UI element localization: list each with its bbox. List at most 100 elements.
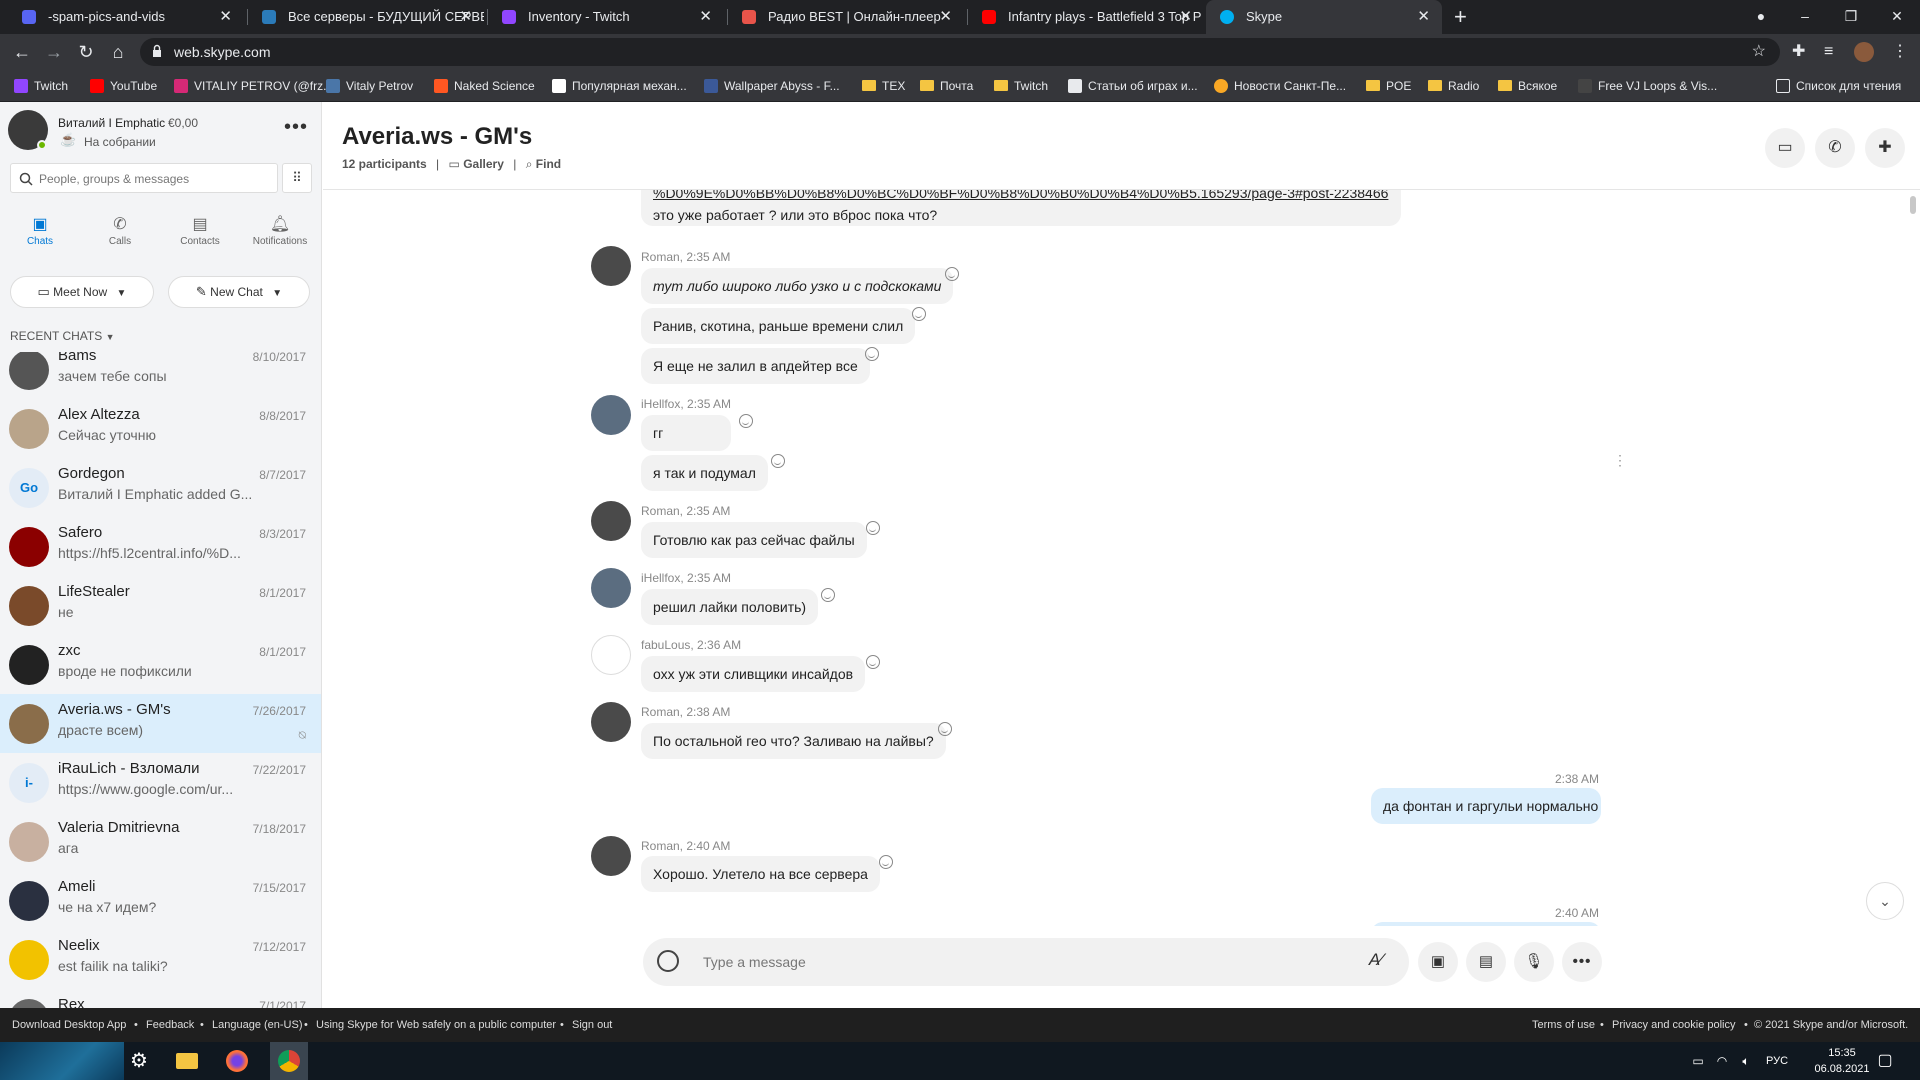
browser-tab[interactable]: Все серверы - БУДУЩИЙ СЕРВЕ ✕ [248, 0, 484, 34]
reload-icon[interactable]: ↻ [74, 34, 98, 70]
start-button[interactable] [0, 1042, 124, 1080]
public-computer-link[interactable]: Using Skype for Web safely on a public c… [316, 1008, 556, 1042]
terms-link[interactable]: Terms of use [1532, 1008, 1595, 1042]
bookmark-item[interactable]: YouTube [90, 70, 157, 102]
bookmark-folder[interactable]: Почта [920, 70, 973, 102]
privacy-link[interactable]: Privacy and cookie policy [1612, 1008, 1736, 1042]
close-tab-icon[interactable]: ✕ [1417, 0, 1430, 34]
bookmark-item[interactable]: VITALIY PETROV (@frz... [174, 70, 333, 102]
close-tab-icon[interactable]: ✕ [1179, 0, 1192, 34]
participants-link[interactable]: 12 participants [342, 157, 427, 171]
reading-list[interactable]: Список для чтения [1776, 70, 1901, 102]
new-chat-button[interactable]: ✎ New Chat ▼ [168, 276, 310, 308]
message-options-icon[interactable]: ⋮ [1613, 452, 1627, 469]
bookmark-folder[interactable]: POE [1366, 70, 1411, 102]
microphone-button[interactable]: 🎙︎ [1514, 942, 1554, 982]
avatar[interactable] [591, 395, 631, 435]
browser-tab[interactable]: -spam-pics-and-vids ✕ [8, 0, 244, 34]
gallery-link[interactable]: Gallery [463, 157, 504, 171]
close-window-button[interactable]: ✕ [1874, 0, 1920, 32]
chat-list-item[interactable]: Rex 7/1/2017 [0, 989, 321, 1008]
firefox-icon[interactable] [222, 1042, 252, 1080]
wifi-icon[interactable]: ◠ [1712, 1042, 1732, 1080]
message-bubble[interactable]: Я еще не залил в апдейтер все [641, 348, 870, 384]
format-text-icon[interactable]: A⁄ [1369, 950, 1383, 970]
bookmark-folder[interactable]: TEX [862, 70, 905, 102]
minimize-button[interactable]: – [1782, 0, 1828, 32]
reading-list-icon[interactable]: ≡ [1824, 34, 1833, 70]
chat-list-item[interactable]: Safero https://hf5.l2central.info/%D... … [0, 517, 321, 576]
browser-tab[interactable]: Infantry plays - Battlefield 3 Top P ✕ [968, 0, 1204, 34]
bookmark-item[interactable]: Wallpaper Abyss - F... [704, 70, 840, 102]
forward-icon[interactable]: → [42, 34, 66, 70]
avatar[interactable] [591, 246, 631, 286]
sign-out-link[interactable]: Sign out [572, 1008, 612, 1042]
message-bubble[interactable]: гг [641, 415, 731, 451]
extensions-icon[interactable]: ✚ [1792, 34, 1805, 70]
download-app-link[interactable]: Download Desktop App [12, 1008, 126, 1042]
avatar[interactable] [591, 501, 631, 541]
search-field[interactable]: People, groups & messages [10, 163, 278, 193]
chat-list-item[interactable]: Bams зачем тебе сопы 8/10/2017 [0, 352, 321, 399]
file-explorer-icon[interactable] [172, 1042, 202, 1080]
add-reaction-icon[interactable] [771, 454, 785, 468]
message-bubble[interactable]: Хорошо. Улетело на все сервера [641, 856, 880, 892]
add-reaction-icon[interactable] [739, 414, 753, 428]
close-tab-icon[interactable]: ✕ [699, 0, 712, 34]
dialpad-icon[interactable]: ⠿ [282, 163, 312, 193]
tab-calls[interactable]: ✆ Calls [80, 214, 160, 264]
profile-menu-icon[interactable]: ● [1738, 0, 1784, 32]
chrome-icon[interactable] [270, 1042, 308, 1080]
home-icon[interactable]: ⌂ [106, 34, 130, 70]
url-text[interactable]: web.skype.com [174, 38, 270, 66]
new-tab-button[interactable]: + [1454, 0, 1467, 34]
feedback-link[interactable]: Feedback [146, 1008, 194, 1042]
more-actions-button[interactable]: ••• [1562, 942, 1602, 982]
emoji-icon[interactable] [657, 950, 679, 972]
add-reaction-icon[interactable] [945, 267, 959, 281]
bookmark-folder[interactable]: Radio [1428, 70, 1479, 102]
browser-tab-active[interactable]: Skype ✕ [1206, 0, 1442, 34]
chat-list-item[interactable]: Go Gordegon Виталий I Emphatic added G..… [0, 458, 321, 517]
notifications-icon[interactable]: ▢ [1870, 1042, 1900, 1080]
tab-contacts[interactable]: ▤ Contacts [160, 214, 240, 264]
tab-notifications[interactable]: 🔔︎ Notifications [240, 214, 320, 264]
my-message-bubble[interactable] [1371, 922, 1601, 926]
contact-card-button[interactable]: ▤ [1466, 942, 1506, 982]
message-bubble[interactable]: тут либо широко либо узко и с подскоками [641, 268, 954, 304]
maximize-button[interactable]: ❐ [1828, 0, 1874, 32]
back-icon[interactable]: ← [10, 34, 34, 70]
meet-now-button[interactable]: ▭ Meet Now ▼ [10, 276, 154, 308]
conversation-title[interactable]: Averia.ws - GM's [342, 123, 532, 151]
more-menu-icon[interactable]: ⋮ [1892, 34, 1908, 70]
bookmark-star-icon[interactable]: ☆ [1752, 38, 1766, 66]
message-composer[interactable]: Type a message A⁄ [643, 938, 1409, 986]
bookmark-item[interactable]: Популярная механ... [552, 70, 687, 102]
language-indicator[interactable]: РУС [1760, 1042, 1794, 1080]
bookmark-item[interactable]: Vitaly Petrov [326, 70, 413, 102]
volume-icon[interactable]: 🔈︎ [1736, 1042, 1756, 1080]
close-tab-icon[interactable]: ✕ [459, 0, 472, 34]
message-bubble[interactable]: По остальной гео что? Заливаю на лайвы? [641, 723, 946, 759]
find-link[interactable]: Find [536, 157, 561, 171]
chat-list-item-selected[interactable]: Averia.ws - GM's драсте всем) 7/26/2017 … [0, 694, 321, 753]
message-bubble[interactable]: Ранив, скотина, раньше времени слил [641, 308, 916, 344]
add-reaction-icon[interactable] [938, 722, 952, 736]
bookmark-item[interactable]: Новости Санкт-Пе... [1214, 70, 1346, 102]
chat-list-item[interactable]: Valeria Dmitrievna ага 7/18/2017 [0, 812, 321, 871]
user-avatar-icon[interactable] [1854, 42, 1874, 62]
add-people-button[interactable]: ✚ [1865, 128, 1905, 168]
settings-icon[interactable]: ⚙ [124, 1042, 154, 1080]
bookmark-item[interactable]: Twitch [14, 70, 68, 102]
media-gallery-button[interactable]: ▣ [1418, 942, 1458, 982]
bookmark-folder[interactable]: Всякое [1498, 70, 1557, 102]
chat-list-item[interactable]: i- iRauLich - Взломали https://www.googl… [0, 753, 321, 812]
add-reaction-icon[interactable] [821, 588, 835, 602]
bookmark-folder[interactable]: Twitch [994, 70, 1048, 102]
avatar[interactable] [591, 702, 631, 742]
profile-header[interactable]: Виталий I Emphatic €0,00 ☕ На собрании •… [0, 102, 321, 162]
message-bubble[interactable]: охх уж эти сливщики инсайдов [641, 656, 866, 692]
message-link[interactable]: %D0%9E%D0%BB%D0%B8%D0%BC%D0%BF%D0%B8%D0%… [653, 190, 1389, 202]
avatar[interactable] [591, 635, 631, 675]
chat-list-item[interactable]: LifeStealer не 8/1/2017 [0, 576, 321, 635]
